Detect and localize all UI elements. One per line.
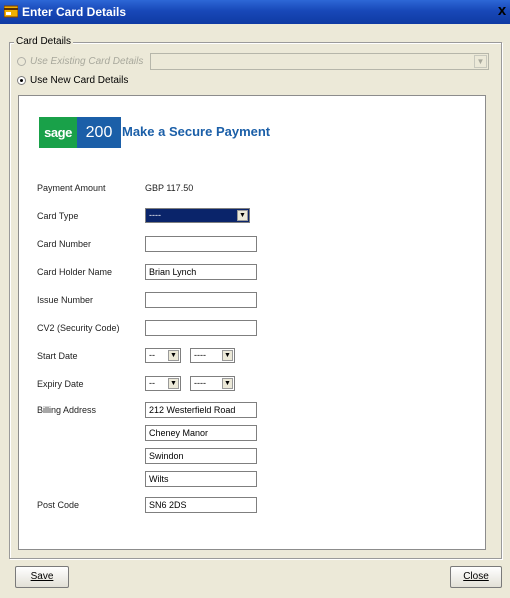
address-line3-input[interactable]: Swindon bbox=[145, 448, 257, 464]
start-month-value: -- bbox=[149, 350, 155, 360]
chevron-down-icon: ▼ bbox=[474, 55, 487, 68]
sage-200-logo: 200 bbox=[77, 117, 121, 148]
existing-card-dropdown[interactable]: ▼ bbox=[150, 53, 489, 70]
use-existing-label: Use Existing Card Details bbox=[30, 56, 144, 67]
address-line4-input[interactable]: Wilts bbox=[145, 471, 257, 487]
card-holder-label: Card Holder Name bbox=[37, 267, 113, 277]
start-year-dropdown[interactable]: ---- ▼ bbox=[190, 348, 235, 363]
card-type-value: ---- bbox=[149, 210, 161, 220]
chevron-down-icon: ▼ bbox=[168, 378, 179, 389]
address-line1-input[interactable]: 212 Westerfield Road bbox=[145, 402, 257, 418]
card-number-input[interactable] bbox=[145, 236, 257, 252]
close-button[interactable]: Close bbox=[450, 566, 502, 588]
billing-address-label: Billing Address bbox=[37, 405, 97, 415]
card-number-label: Card Number bbox=[37, 239, 92, 249]
payment-amount-label: Payment Amount bbox=[37, 183, 106, 193]
card-type-label: Card Type bbox=[37, 211, 79, 221]
cv2-input[interactable] bbox=[145, 320, 257, 336]
group-legend: Card Details bbox=[14, 35, 74, 48]
start-date-label: Start Date bbox=[37, 351, 78, 361]
close-icon[interactable]: x bbox=[494, 2, 510, 20]
address-line2-input[interactable]: Cheney Manor bbox=[145, 425, 257, 441]
cv2-label: CV2 (Security Code) bbox=[37, 323, 120, 333]
expiry-month-dropdown[interactable]: -- ▼ bbox=[145, 376, 181, 391]
post-code-label: Post Code bbox=[37, 500, 80, 510]
save-button[interactable]: Save bbox=[15, 566, 69, 588]
card-window-icon bbox=[4, 5, 18, 18]
expiry-year-value: ---- bbox=[194, 378, 206, 388]
start-year-value: ---- bbox=[194, 350, 206, 360]
use-new-radio[interactable] bbox=[17, 76, 26, 85]
save-button-label: Save bbox=[30, 571, 54, 582]
expiry-month-value: -- bbox=[149, 378, 155, 388]
chevron-down-icon: ▼ bbox=[168, 350, 179, 361]
payment-panel: sage 200 Make a Secure Payment Payment A… bbox=[18, 95, 486, 550]
sage-logo: sage bbox=[39, 117, 77, 148]
issue-number-label: Issue Number bbox=[37, 295, 94, 305]
chevron-down-icon: ▼ bbox=[222, 378, 233, 389]
start-month-dropdown[interactable]: -- ▼ bbox=[145, 348, 181, 363]
payment-amount-value: GBP 117.50 bbox=[145, 183, 194, 193]
post-code-input[interactable]: SN6 2DS bbox=[145, 497, 257, 513]
chevron-down-icon: ▼ bbox=[237, 210, 248, 221]
chevron-down-icon: ▼ bbox=[222, 350, 233, 361]
card-holder-input[interactable]: Brian Lynch bbox=[145, 264, 257, 280]
card-type-dropdown[interactable]: ---- ▼ bbox=[145, 208, 250, 223]
expiry-year-dropdown[interactable]: ---- ▼ bbox=[190, 376, 235, 391]
use-existing-radio[interactable] bbox=[17, 57, 26, 66]
window-title: Enter Card Details bbox=[22, 5, 127, 19]
use-new-label: Use New Card Details bbox=[30, 75, 129, 86]
issue-number-input[interactable] bbox=[145, 292, 257, 308]
page-title: Make a Secure Payment bbox=[122, 124, 271, 139]
expiry-date-label: Expiry Date bbox=[37, 379, 84, 389]
close-button-label: Close bbox=[463, 571, 489, 582]
